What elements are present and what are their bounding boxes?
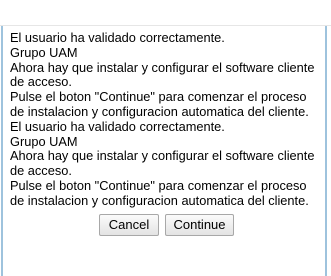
continue-button[interactable]: Continue bbox=[165, 214, 234, 236]
dialog-title-bar bbox=[0, 0, 331, 26]
message-line: Grupo UAM bbox=[10, 44, 78, 60]
message-line: Pulse el boton "Continue" para comenzar … bbox=[10, 89, 307, 105]
message-line: El usuario ha validado correctamente. bbox=[10, 30, 225, 45]
message-line: Pulse el boton "Continue" para comenzar … bbox=[10, 177, 307, 193]
button-row: Cancel Continue bbox=[0, 214, 331, 236]
dialog-content: El usuario ha validado correctamente. Gr… bbox=[1, 26, 327, 276]
message-line: Ahora hay que instalar y configurar el s… bbox=[10, 59, 315, 75]
message-line: de instalacion y configuracion automatic… bbox=[10, 103, 309, 119]
message-line: Ahora hay que instalar y configurar el s… bbox=[10, 148, 315, 164]
message-line: El usuario ha validado correctamente. bbox=[10, 118, 225, 134]
message-line: de acceso. bbox=[10, 163, 72, 179]
status-message: El usuario ha validado correctamente. Gr… bbox=[10, 30, 330, 209]
message-line: Grupo UAM bbox=[10, 133, 78, 149]
install-dialog: El usuario ha validado correctamente. Gr… bbox=[0, 0, 331, 276]
cancel-button[interactable]: Cancel bbox=[99, 214, 159, 236]
message-line: de instalacion y configuracion automatic… bbox=[10, 192, 309, 208]
message-line: de acceso. bbox=[10, 74, 72, 90]
